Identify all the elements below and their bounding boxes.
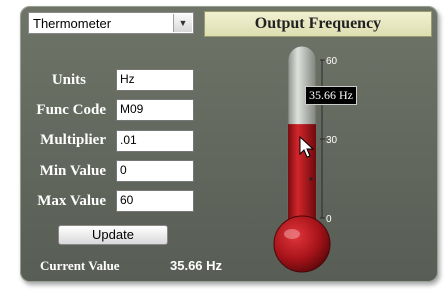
bulb-highlight (284, 229, 300, 239)
minor-tick (309, 177, 313, 181)
mouse-pointer-icon (299, 136, 315, 158)
widget-title: Output Frequency (204, 11, 432, 37)
multiplier-field[interactable]: .01 (116, 130, 194, 152)
func-code-label: Func Code (36, 102, 106, 118)
max-value-field[interactable]: 60 (116, 190, 194, 212)
update-button[interactable]: Update (58, 225, 168, 245)
units-label: Units (51, 72, 86, 88)
min-value-label: Min Value (39, 163, 106, 179)
min-value-field[interactable]: 0 (116, 160, 194, 182)
current-value-label: Current Value (40, 258, 120, 273)
multiplier-label: Multiplier (40, 132, 106, 148)
chevron-down-icon[interactable]: ▼ (173, 14, 192, 32)
tick-label-60: 60 (326, 56, 338, 67)
func-code-field[interactable]: M09 (116, 99, 194, 121)
units-field[interactable]: Hz (116, 69, 194, 91)
widget-type-select[interactable]: Thermometer ▼ (28, 12, 194, 34)
value-tooltip: 35.66 Hz (305, 86, 357, 105)
tick-label-30: 30 (326, 135, 338, 146)
max-value-label: Max Value (37, 193, 106, 209)
widget-type-value: Thermometer (33, 16, 112, 31)
thermometer-bulb (273, 215, 331, 273)
current-value: 35.66 Hz (170, 258, 223, 273)
tick-label-0: 0 (326, 214, 332, 225)
thermometer-gauge: 60 30 0 (273, 45, 338, 273)
